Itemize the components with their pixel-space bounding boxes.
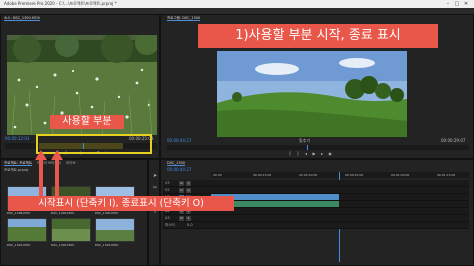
- program-video-frame: [217, 51, 407, 137]
- track-v3[interactable]: V3 ⊡ ◎: [163, 180, 469, 187]
- tab-program-monitor[interactable]: 프로그램: DSC_1300: [167, 16, 201, 21]
- program-current-timecode[interactable]: 00:00:44:27: [167, 138, 191, 144]
- master-label: 마스터: [165, 223, 175, 227]
- thumbnail-clip-4[interactable]: [7, 218, 47, 242]
- thumbnail-name: DSC_1300.MOV: [95, 211, 119, 215]
- ruler-label: 00:01:00:00: [391, 173, 410, 177]
- project-path: 프로젝트.prproj: [4, 168, 29, 172]
- program-video-image: [217, 51, 407, 137]
- program-mark-in-icon[interactable]: {: [287, 151, 293, 156]
- close-button[interactable]: ✕: [462, 1, 470, 7]
- thumbnail-name: DSC_1303.MOV: [95, 243, 119, 247]
- tools-panel: ➤ ✂ ✋ T: [148, 159, 160, 266]
- tab-timeline[interactable]: DSC_1300: [167, 161, 186, 166]
- shortcut-callout: 시작표시 (단축키 I), 종료표시 (단축키 O): [8, 196, 234, 211]
- track-mute-icon[interactable]: M: [179, 216, 184, 221]
- track-v2[interactable]: V2 ⊡ ◎: [163, 187, 469, 194]
- track-lock-icon[interactable]: ⊡: [179, 181, 184, 186]
- thumbnail-clip-6[interactable]: [95, 218, 135, 242]
- track-solo-icon[interactable]: S: [186, 216, 191, 221]
- ruler-label: 00:00:15:00: [253, 173, 272, 177]
- thumbnail-name: DSC_1299.MOV: [51, 211, 75, 215]
- program-transport-controls: { } ◂ ▶ ▸ ◉: [287, 151, 347, 156]
- tab-project[interactable]: 프로젝트: 프로젝트: [4, 161, 33, 166]
- project-panel: 프로젝트: 프로젝트 미디어 브라우저 라이브 프로젝트.prproj DSC_…: [0, 159, 148, 266]
- window-title: Adobe Premiere Pro 2020 - C:\...\프로젝트\프로…: [4, 1, 117, 6]
- timeline-ruler[interactable]: 00:00 00:00:15:00 00:00:30:00 00:00:45:0…: [211, 172, 469, 178]
- track-visibility-icon[interactable]: ◎: [186, 181, 191, 186]
- track-visibility-icon[interactable]: ◎: [186, 188, 191, 193]
- track-master: 마스터 0.0: [163, 222, 469, 229]
- arrow-icon: [35, 150, 63, 198]
- timeline-panel: DSC_1300 00:00:44:27 00:00 00:00:15:00 0…: [160, 159, 474, 266]
- thumbnail-clip-5[interactable]: [51, 218, 91, 242]
- program-step-back-icon[interactable]: ◂: [303, 151, 309, 156]
- thumbnail-name: DSC_1302.MOV: [51, 243, 75, 247]
- program-mark-out-icon[interactable]: }: [295, 151, 301, 156]
- razor-tool-icon[interactable]: ✂: [151, 184, 159, 192]
- source-callout: 사용할 부분: [50, 115, 124, 129]
- minimize-button[interactable]: –: [444, 1, 452, 7]
- export-frame-icon[interactable]: ◉: [327, 151, 333, 156]
- maximize-button[interactable]: □: [453, 1, 461, 7]
- selection-tool-icon[interactable]: ➤: [151, 172, 159, 180]
- title-bar: Adobe Premiere Pro 2020 - C:\...\프로젝트\프로…: [0, 0, 474, 8]
- program-step-forward-icon[interactable]: ▸: [319, 151, 325, 156]
- thumbnail-name: DSC_1298.MOV: [7, 211, 31, 215]
- ruler-label: 00:00:30:00: [299, 173, 318, 177]
- ruler-label: 00:00: [213, 173, 222, 177]
- program-fit-dropdown[interactable]: 맞추기: [299, 138, 310, 144]
- tab-source-monitor[interactable]: 소스: DSC_1300.MOV: [4, 16, 40, 21]
- thumbnail-name: DSC_1301.MOV: [7, 243, 31, 247]
- program-callout: 1)사용할 부분 시작, 종료 표시: [198, 24, 438, 48]
- program-play-icon[interactable]: ▶: [311, 151, 317, 156]
- track-a3[interactable]: A3 M S: [163, 215, 469, 222]
- source-current-timecode[interactable]: 00:00:12:03: [5, 136, 29, 142]
- program-duration-timecode: 00:00:29:07: [441, 138, 466, 143]
- program-time-ruler[interactable]: [167, 145, 469, 150]
- ruler-label: 00:00:45:00: [345, 173, 364, 177]
- timeline-timecode[interactable]: 00:00:44:27: [167, 167, 191, 173]
- track-lock-icon[interactable]: ⊡: [179, 188, 184, 193]
- program-playhead[interactable]: [307, 145, 308, 150]
- ruler-label: 00:01:15:00: [437, 173, 456, 177]
- master-value[interactable]: 0.0: [187, 222, 193, 229]
